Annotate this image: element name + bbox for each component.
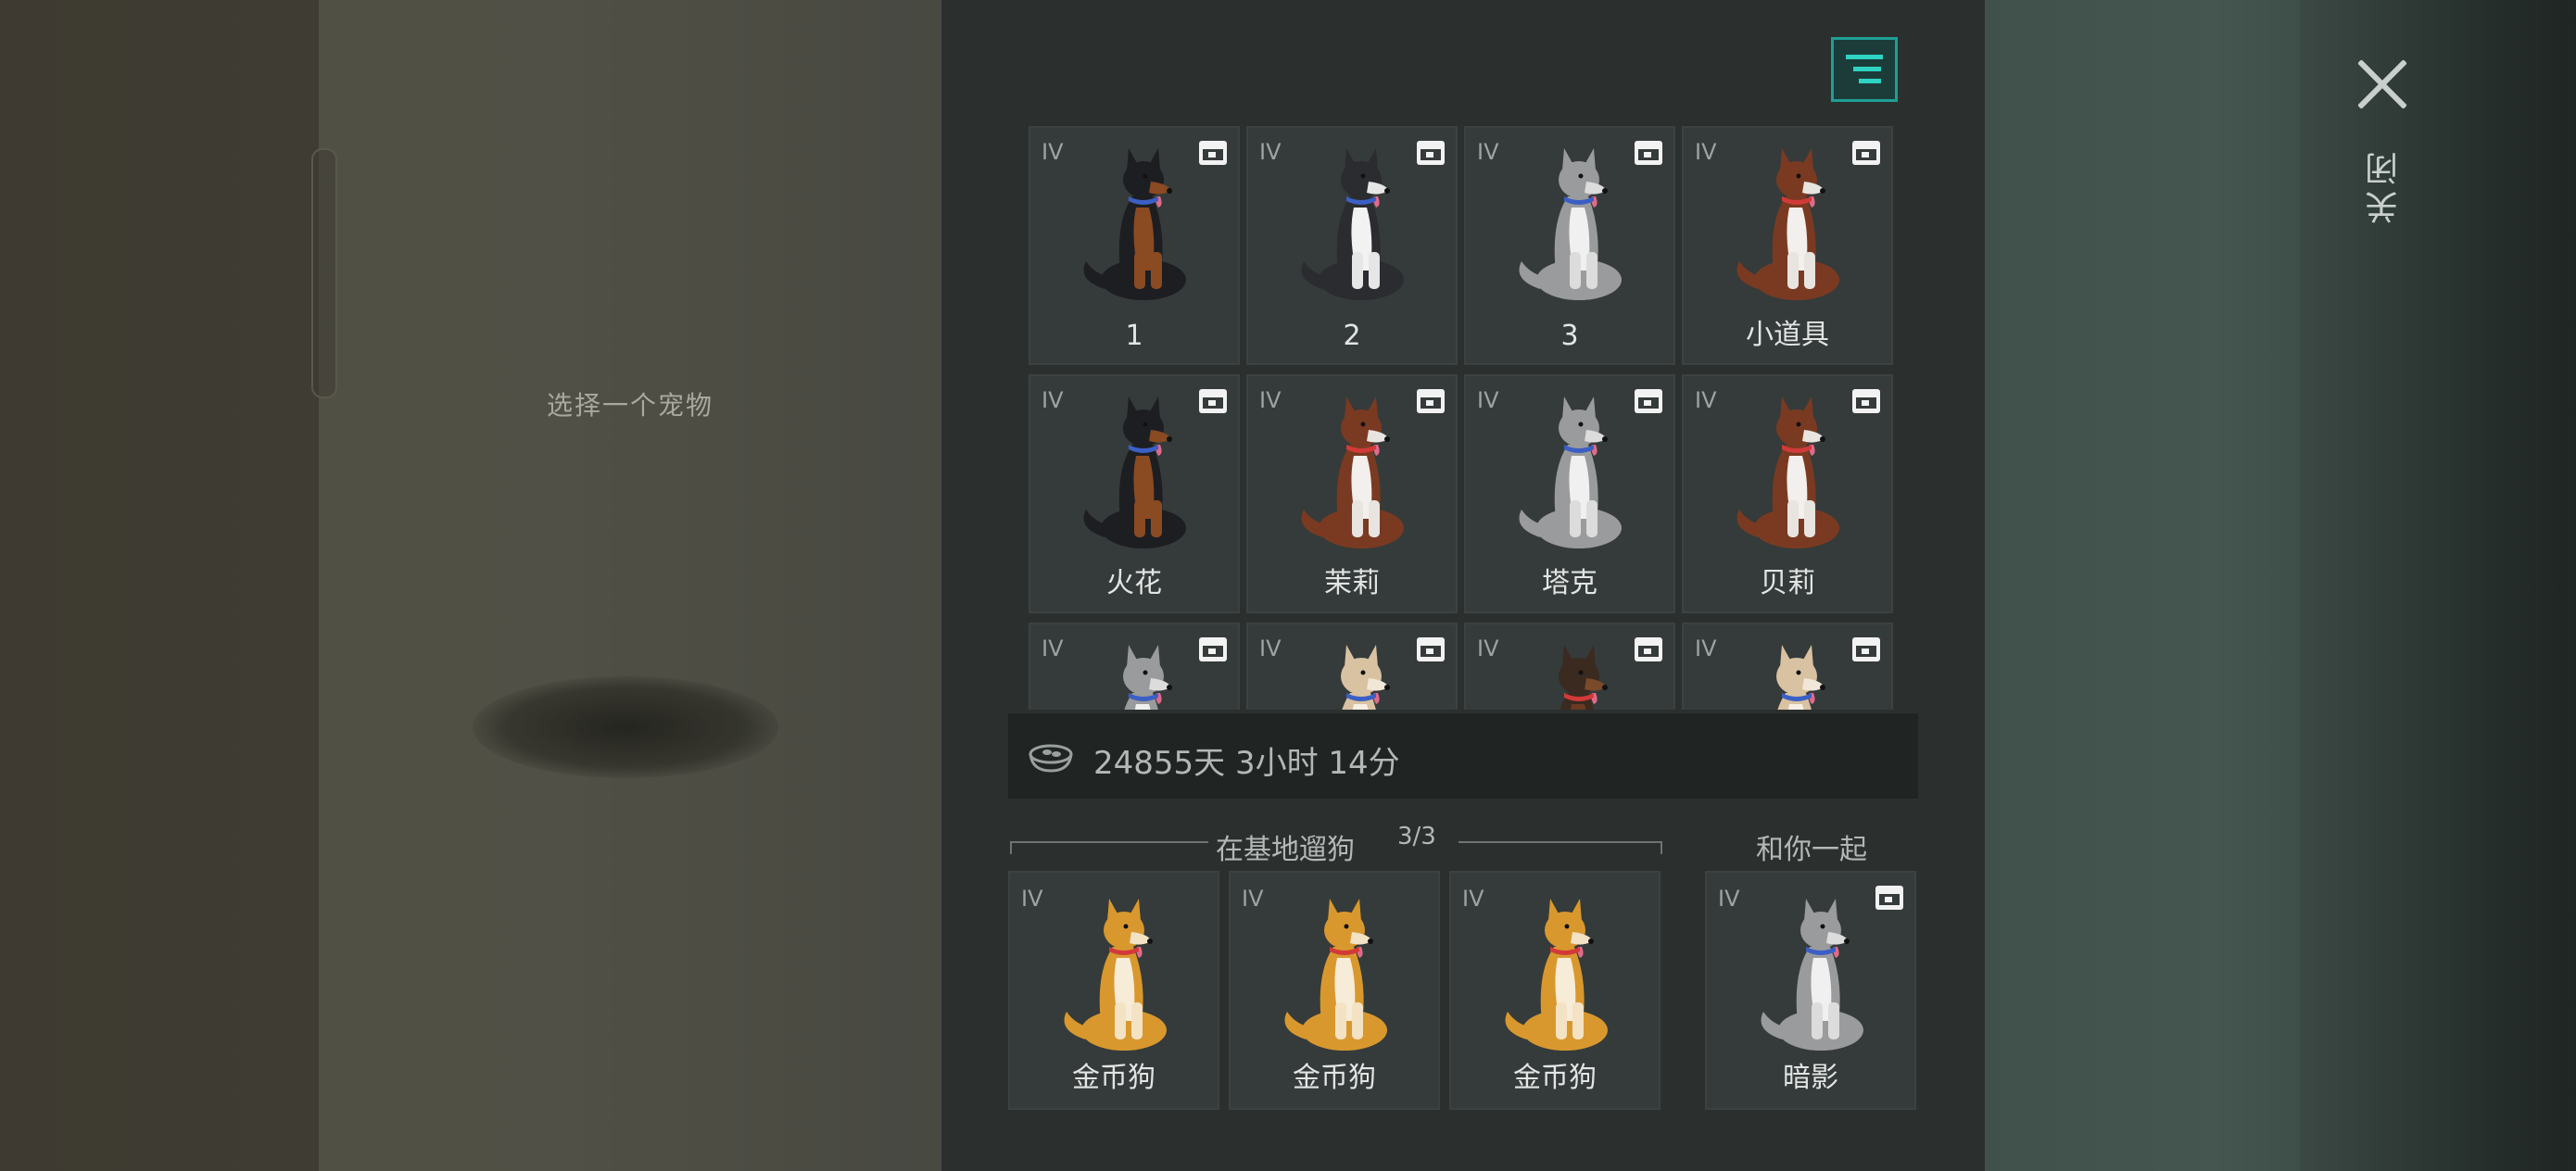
dog-portrait xyxy=(1519,397,1622,548)
pet-name: 塔克 xyxy=(1542,567,1597,599)
food-bowl-icon xyxy=(1029,744,1073,773)
walk-dog-card[interactable]: IV 金币狗 xyxy=(1449,871,1661,1110)
pet-name: 暗影 xyxy=(1783,1062,1838,1094)
pet-name: 2 xyxy=(1343,320,1361,352)
pet-tier: IV xyxy=(1695,636,1717,661)
pet-card[interactable]: IV 1 xyxy=(1029,126,1240,365)
dog-portrait xyxy=(1559,645,1608,710)
pet-tier: IV xyxy=(1042,387,1064,413)
pet-name: 小道具 xyxy=(1746,319,1829,351)
dog-portrait xyxy=(1505,899,1608,1051)
dog-portrait xyxy=(1301,397,1404,548)
pet-preview-panel xyxy=(311,0,941,1171)
pet-name: 1 xyxy=(1125,320,1143,352)
close-icon[interactable] xyxy=(2355,57,2409,111)
pet-tier: IV xyxy=(1695,387,1717,413)
pet-name: 金币狗 xyxy=(1293,1062,1376,1094)
filter-button[interactable] xyxy=(1831,37,1898,102)
background-right xyxy=(1985,0,2300,1171)
dog-portrait xyxy=(1736,397,1839,548)
walk-count: 3/3 xyxy=(1397,823,1436,850)
dog-portrait xyxy=(1123,645,1172,710)
pet-tier: IV xyxy=(1477,636,1499,661)
pet-name: 金币狗 xyxy=(1072,1062,1155,1094)
pet-name: 贝莉 xyxy=(1760,567,1815,599)
pet-name: 火花 xyxy=(1106,567,1162,599)
pet-card[interactable]: IV 贝莉 xyxy=(1682,374,1893,613)
pet-tier: IV xyxy=(1477,139,1499,165)
with-you-label: 和你一起 xyxy=(1756,834,1867,866)
walk-dog-card[interactable]: IV 金币狗 xyxy=(1008,871,1219,1110)
walk-section-header: 在基地遛狗 3/3 xyxy=(1010,823,1662,866)
dog-portrait xyxy=(1284,899,1387,1051)
pet-tier: IV xyxy=(1042,139,1064,165)
dog-portrait xyxy=(1761,899,1863,1051)
pet-card[interactable]: IV xyxy=(1246,623,1458,710)
food-timer-bar: 24855天 3小时 14分 xyxy=(1008,713,1918,799)
dog-portrait xyxy=(1776,645,1825,710)
close-label[interactable]: 关闭 xyxy=(2361,146,2404,224)
pet-tier: IV xyxy=(1259,139,1282,165)
pet-name: 3 xyxy=(1560,320,1579,352)
background-left xyxy=(0,0,319,1171)
pet-card[interactable]: IV 3 xyxy=(1464,126,1675,365)
pet-tier: IV xyxy=(1259,387,1282,413)
pet-tier: IV xyxy=(1477,387,1499,413)
pet-name: 金币狗 xyxy=(1513,1062,1597,1094)
side-tab[interactable] xyxy=(311,148,337,398)
pet-tier: IV xyxy=(1042,636,1064,661)
walk-section-title: 在基地遛狗 xyxy=(1216,834,1355,866)
dog-portrait xyxy=(1083,397,1186,548)
pet-tier: IV xyxy=(1259,636,1282,661)
pet-card[interactable]: IV xyxy=(1464,623,1675,710)
pet-tier: IV xyxy=(1021,886,1043,912)
pet-card[interactable]: IV 火花 xyxy=(1029,374,1240,613)
dog-portrait xyxy=(1341,645,1390,710)
pet-card[interactable]: IV 茉莉 xyxy=(1246,374,1458,613)
pet-shadow xyxy=(473,676,778,778)
pet-grid: IV 1 IV 2 IV 3 IV 小道具 IV 火花 IV 茉莉 IV 塔克 … xyxy=(1029,126,1900,710)
pet-card[interactable]: IV 塔克 xyxy=(1464,374,1675,613)
filter-icon xyxy=(1846,55,1883,83)
pet-card[interactable]: IV xyxy=(1682,623,1893,710)
dog-portrait xyxy=(1083,148,1186,300)
pet-card[interactable]: IV xyxy=(1029,623,1240,710)
pet-tier: IV xyxy=(1462,886,1484,912)
dog-portrait xyxy=(1064,899,1167,1051)
dog-portrait xyxy=(1519,148,1622,300)
walk-dog-card[interactable]: IV 金币狗 xyxy=(1229,871,1440,1110)
dog-portrait xyxy=(1736,148,1839,300)
food-time-remaining: 24855天 3小时 14分 xyxy=(1093,745,1400,782)
pet-card[interactable]: IV 小道具 xyxy=(1682,126,1893,365)
pet-name: 茉莉 xyxy=(1324,567,1380,599)
pet-tier: IV xyxy=(1242,886,1264,912)
select-pet-prompt: 选择一个宠物 xyxy=(546,390,713,421)
pet-card[interactable]: IV 2 xyxy=(1246,126,1458,365)
companion-card[interactable]: IV 暗影 xyxy=(1705,871,1916,1110)
dog-portrait xyxy=(1301,148,1404,300)
pet-tier: IV xyxy=(1695,139,1717,165)
pet-tier: IV xyxy=(1718,886,1740,912)
